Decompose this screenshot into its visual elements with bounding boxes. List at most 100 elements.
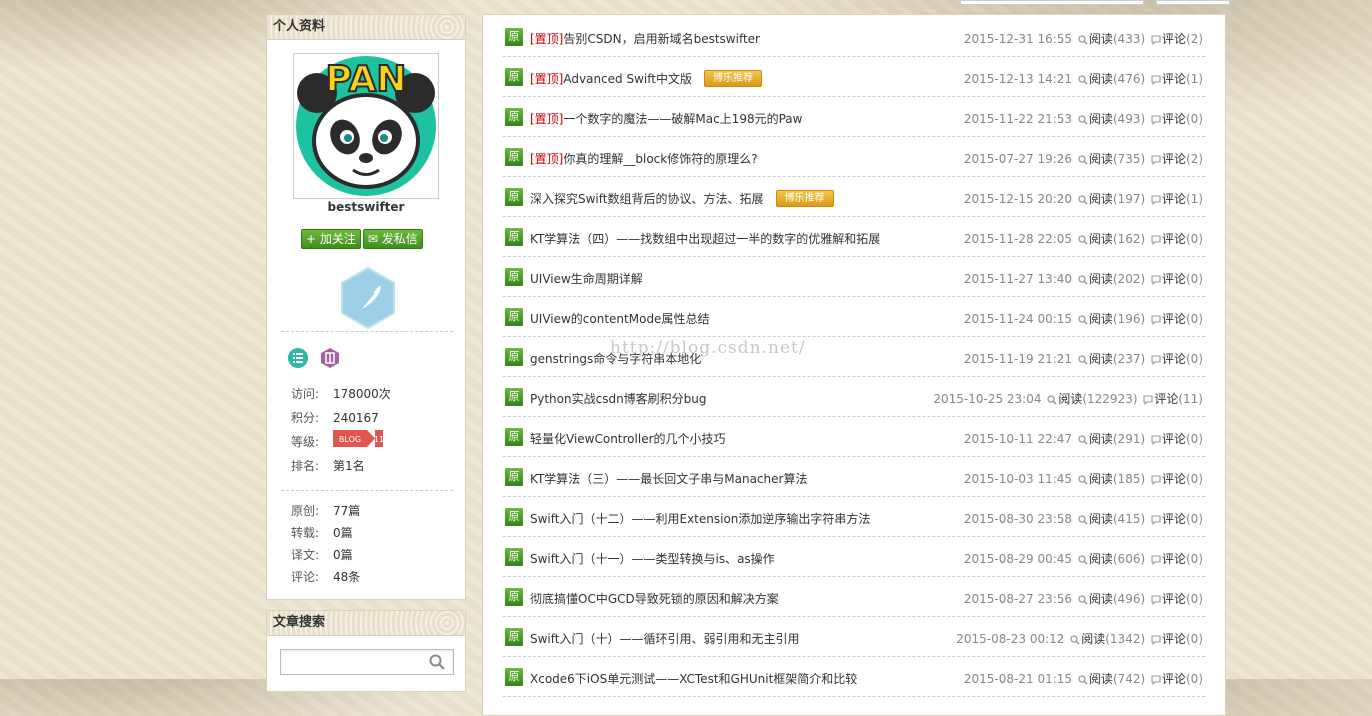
- follow-button[interactable]: + 加关注: [301, 229, 361, 249]
- comment-count: (0): [1186, 312, 1203, 326]
- article-title[interactable]: genstrings命令与字符串本地化: [530, 352, 701, 366]
- comment-icon: [1151, 34, 1161, 45]
- expert-badge-icon[interactable]: [319, 347, 341, 369]
- original-badge: 原: [505, 188, 523, 206]
- comment-link[interactable]: 评论: [1162, 632, 1186, 646]
- article-title[interactable]: Swift入门（十二）——利用Extension添加逆序输出字符串方法: [530, 512, 870, 526]
- stat-label: 访问:: [291, 387, 320, 401]
- search-box[interactable]: [280, 649, 454, 675]
- comment-link[interactable]: 评论: [1162, 32, 1186, 46]
- comment-link[interactable]: 评论: [1162, 112, 1186, 126]
- read-link[interactable]: 阅读: [1089, 512, 1113, 526]
- read-link[interactable]: 阅读: [1089, 72, 1113, 86]
- comment-link[interactable]: 评论: [1162, 472, 1186, 486]
- comment-link[interactable]: 评论: [1162, 152, 1186, 166]
- read-link[interactable]: 阅读: [1081, 632, 1105, 646]
- comment-link[interactable]: 评论: [1162, 352, 1186, 366]
- read-icon: [1078, 154, 1088, 165]
- blog-level-badge: BLOG 11: [333, 430, 384, 455]
- article-row: 原 UIView生命周期详解 2015-11-27 13:40 阅读(202) …: [503, 256, 1205, 297]
- article-title[interactable]: Advanced Swift中文版: [563, 72, 692, 86]
- article-title[interactable]: Swift入门（十一）——类型转换与is、as操作: [530, 552, 775, 566]
- feather-medal-icon[interactable]: [340, 266, 396, 332]
- comment-link[interactable]: 评论: [1162, 192, 1186, 206]
- top-search-button[interactable]: [1156, 0, 1230, 5]
- column-list-icon[interactable]: [287, 347, 309, 369]
- comment-link[interactable]: 评论: [1162, 72, 1186, 86]
- read-link[interactable]: 阅读: [1089, 592, 1113, 606]
- avatar[interactable]: PAN: [293, 53, 439, 199]
- comment-icon: [1151, 234, 1161, 245]
- article-title[interactable]: 告别CSDN，启用新域名bestswifter: [563, 32, 760, 46]
- stat-value: 240167: [333, 411, 379, 425]
- article-title[interactable]: KT学算法（三）——最长回文子串与Manacher算法: [530, 472, 807, 486]
- article-row: 原 Swift入门（十）——循环引用、弱引用和无主引用 2015-08-23 0…: [503, 616, 1205, 657]
- read-link[interactable]: 阅读: [1089, 192, 1113, 206]
- read-icon: [1047, 394, 1057, 405]
- article-title[interactable]: Python实战csdn博客刷积分bug: [530, 392, 707, 406]
- comment-link[interactable]: 评论: [1154, 392, 1178, 406]
- pinned-label: [置顶]: [530, 72, 564, 86]
- read-link[interactable]: 阅读: [1058, 392, 1082, 406]
- read-link[interactable]: 阅读: [1089, 152, 1113, 166]
- article-title[interactable]: 你真的理解__block修饰符的原理么?: [563, 152, 757, 166]
- comment-link[interactable]: 评论: [1162, 512, 1186, 526]
- comment-link[interactable]: 评论: [1162, 312, 1186, 326]
- comment-icon: [1151, 594, 1161, 605]
- read-count: (237): [1112, 352, 1146, 366]
- read-count: (202): [1112, 272, 1146, 286]
- article-date: 2015-08-29 00:45: [963, 552, 1073, 566]
- read-count: (606): [1112, 552, 1146, 566]
- article-title[interactable]: 彻底搞懂OC中GCD导致死锁的原因和解决方案: [530, 592, 779, 606]
- read-link[interactable]: 阅读: [1089, 472, 1113, 486]
- read-link[interactable]: 阅读: [1089, 312, 1113, 326]
- read-count: (496): [1112, 592, 1146, 606]
- article-title[interactable]: 轻量化ViewController的几个小技巧: [530, 432, 726, 446]
- article-meta: 2015-08-30 23:58 阅读(415) 评论(0): [964, 510, 1203, 527]
- comment-link[interactable]: 评论: [1162, 672, 1186, 686]
- article-row: 原 KT学算法（四）——找数组中出现超过一半的数字的优雅解和拓展 2015-11…: [503, 216, 1205, 257]
- article-date: 2015-11-24 00:15: [963, 312, 1073, 326]
- article-date: 2015-10-03 11:45: [963, 472, 1073, 486]
- article-title[interactable]: UIView的contentMode属性总结: [530, 312, 709, 326]
- comment-link[interactable]: 评论: [1162, 552, 1186, 566]
- article-row: 原 [置顶]告别CSDN，启用新域名bestswifter 2015-12-31…: [503, 16, 1205, 57]
- comment-link[interactable]: 评论: [1162, 592, 1186, 606]
- original-badge: 原: [505, 588, 523, 606]
- read-count: (493): [1112, 112, 1146, 126]
- stat-level: 等级: BLOG 11: [291, 430, 391, 454]
- article-title[interactable]: Xcode6下iOS单元测试——XCTest和GHUnit框架简介和比较: [530, 672, 857, 686]
- message-button[interactable]: ✉ 发私信: [362, 229, 423, 249]
- read-link[interactable]: 阅读: [1089, 232, 1113, 246]
- read-link[interactable]: 阅读: [1089, 552, 1113, 566]
- read-icon: [1078, 554, 1088, 565]
- top-search-field[interactable]: [960, 0, 1144, 5]
- read-icon: [1078, 74, 1088, 85]
- comment-count: (0): [1186, 352, 1203, 366]
- article-title[interactable]: 一个数字的魔法——破解Mac上198元的Paw: [563, 112, 802, 126]
- read-link[interactable]: 阅读: [1089, 672, 1113, 686]
- article-meta: 2015-12-31 16:55 阅读(433) 评论(2): [964, 30, 1203, 47]
- article-title[interactable]: 深入探究Swift数组背后的协议、方法、拓展: [530, 192, 764, 206]
- read-link[interactable]: 阅读: [1089, 112, 1113, 126]
- comment-link[interactable]: 评论: [1162, 432, 1186, 446]
- comment-link[interactable]: 评论: [1162, 272, 1186, 286]
- read-link[interactable]: 阅读: [1089, 272, 1113, 286]
- article-meta: 2015-10-25 23:04 阅读(122923) 评论(11): [933, 390, 1203, 407]
- read-link[interactable]: 阅读: [1089, 432, 1113, 446]
- article-title[interactable]: KT学算法（四）——找数组中出现超过一半的数字的优雅解和拓展: [530, 232, 880, 246]
- article-title-group: KT学算法（四）——找数组中出现超过一半的数字的优雅解和拓展: [530, 230, 880, 247]
- article-meta: 2015-10-11 22:47 阅读(291) 评论(0): [964, 430, 1203, 447]
- read-link[interactable]: 阅读: [1089, 32, 1113, 46]
- username[interactable]: bestswifter: [267, 200, 465, 214]
- article-title[interactable]: UIView生命周期详解: [530, 272, 643, 286]
- article-title-group: 轻量化ViewController的几个小技巧: [530, 430, 726, 447]
- read-link[interactable]: 阅读: [1089, 352, 1113, 366]
- comment-count: (0): [1186, 512, 1203, 526]
- search-input[interactable]: [285, 650, 429, 674]
- comment-link[interactable]: 评论: [1162, 232, 1186, 246]
- article-title[interactable]: Swift入门（十）——循环引用、弱引用和无主引用: [530, 632, 800, 646]
- read-count: (185): [1112, 472, 1146, 486]
- read-count: (476): [1112, 72, 1146, 86]
- search-icon[interactable]: [429, 654, 445, 670]
